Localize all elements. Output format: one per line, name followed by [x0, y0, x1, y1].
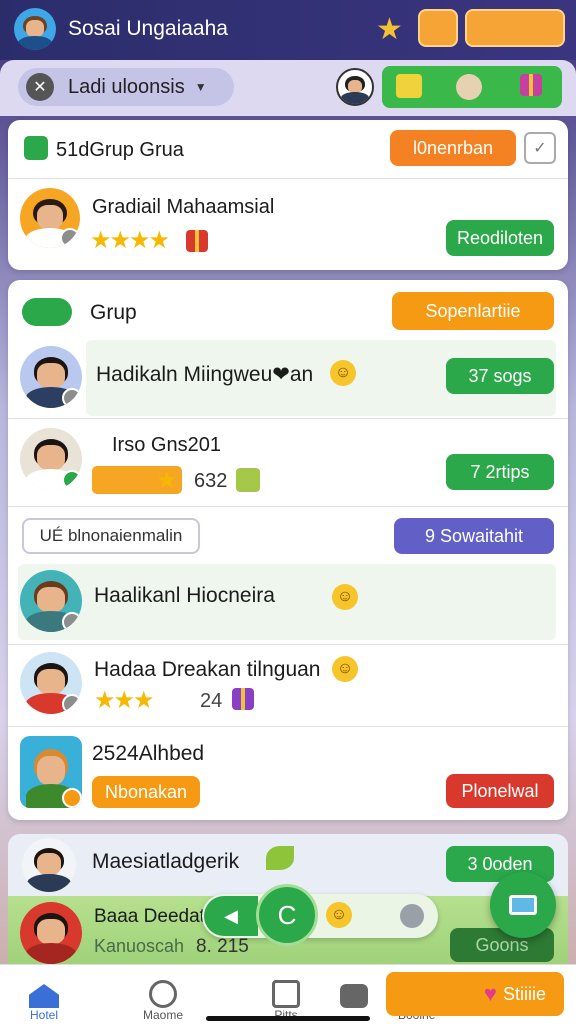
home-indicator — [206, 1016, 370, 1021]
star-icon[interactable]: ★ — [376, 12, 403, 47]
ticket-icon[interactable] — [396, 74, 422, 98]
member-name: Gradiail Mahaamsial — [92, 196, 275, 218]
filter-input[interactable]: UÉ blnonaienmalin — [22, 518, 200, 554]
rewards-icon[interactable] — [465, 9, 565, 47]
divider — [8, 726, 568, 727]
close-icon[interactable]: ✕ — [26, 73, 54, 101]
member-name: Hadaa Dreakan tilnguan — [94, 658, 321, 681]
list-icon — [272, 980, 300, 1008]
member-sub: 24 — [200, 690, 223, 712]
member-avatar[interactable] — [20, 188, 80, 248]
gift-icon — [232, 688, 254, 715]
group-icon — [24, 136, 48, 160]
member-avatar[interactable] — [20, 736, 82, 808]
leaf-icon — [266, 846, 294, 870]
nav-second[interactable]: Maome — [128, 972, 198, 1022]
chevron-down-icon: ▼ — [194, 80, 207, 94]
tag-button[interactable]: Nbonakan — [92, 776, 200, 808]
language-selector[interactable]: ✕ Ladi uloonsis ▼ — [18, 68, 234, 106]
member-avatar[interactable] — [20, 346, 82, 408]
divider — [8, 506, 568, 507]
member-avatar[interactable] — [20, 652, 82, 714]
member-avatar[interactable] — [20, 428, 82, 490]
member-name: 2524Alhbed — [92, 742, 205, 765]
rating-stars: ★★★ — [94, 687, 155, 714]
member-avatar[interactable] — [20, 902, 82, 964]
member-name: Haalikanl Hiocneira — [94, 584, 275, 607]
shop-icon[interactable] — [418, 9, 458, 47]
profile-avatar[interactable] — [336, 68, 374, 106]
home-icon — [29, 984, 59, 1008]
bag-icon[interactable] — [456, 74, 482, 100]
screen-share-button[interactable] — [490, 872, 556, 938]
rating-star: ★ — [156, 467, 177, 494]
member-sub: 632 — [194, 470, 228, 492]
member-name: Hadikaln Miingweu❤an — [96, 363, 314, 386]
smile-icon: ☺ — [330, 360, 356, 386]
settings-icon[interactable] — [400, 904, 424, 928]
compass-icon — [149, 980, 177, 1008]
call-button[interactable]: C — [256, 884, 318, 946]
checkbox-icon[interactable]: ✓ — [524, 132, 556, 164]
member-number: 8. 215 — [196, 936, 249, 957]
nav-label: Hotel — [29, 1008, 58, 1022]
toggle-icon[interactable] — [22, 298, 72, 326]
nav-home[interactable]: Hotel — [12, 972, 76, 1022]
member-sub: Kanuoscah — [94, 936, 185, 956]
cta-label: Stiiiie — [502, 983, 546, 1004]
member-action-button[interactable]: Reodiloten — [446, 220, 554, 256]
back-button[interactable]: ◀ — [204, 896, 258, 936]
emoji-button[interactable]: ☺ — [326, 902, 352, 928]
member-action-button[interactable]: 37 sogs — [446, 358, 554, 394]
app-title: Sosai Ungaiaaha — [68, 17, 228, 40]
user-avatar[interactable] — [14, 8, 56, 50]
nav-cta-button[interactable]: ♥ Stiiiie — [386, 972, 564, 1016]
divider — [8, 418, 568, 419]
rating-stars: ★★★★ — [90, 227, 170, 254]
nav-third[interactable]: Pitts — [254, 972, 318, 1022]
group1-title: 51dGrup Grua — [56, 139, 184, 161]
member-action-button[interactable]: 7 2rtips — [446, 454, 554, 490]
nav-label: Maome — [142, 1008, 183, 1022]
member-name: Maesiatladgerik — [92, 850, 240, 873]
language-label: Ladi uloonsis — [68, 75, 185, 98]
member-name: Irso Gns201 — [112, 434, 221, 456]
smile-icon: ☺ — [332, 656, 358, 682]
divider — [8, 178, 568, 179]
bag-icon — [236, 468, 260, 492]
group2-action-button[interactable]: Sopenlartiie — [392, 292, 554, 330]
smile-icon: ☺ — [332, 584, 358, 610]
member-avatar[interactable] — [22, 838, 76, 892]
tag-button[interactable]: Plonelwal — [446, 774, 554, 808]
users-icon — [340, 984, 368, 1008]
gift-icon — [186, 230, 208, 257]
member-avatar[interactable] — [20, 570, 82, 632]
heart-icon: ♥ — [483, 981, 497, 1006]
group1-action-button[interactable]: l0nenrban — [390, 130, 516, 166]
gift-icon[interactable] — [520, 74, 542, 101]
divider — [8, 644, 568, 645]
group2-title: Grup — [90, 301, 137, 324]
filter-button[interactable]: 9 Sowaitahit — [394, 518, 554, 554]
member-name: Baaa Deedat — [94, 906, 205, 927]
